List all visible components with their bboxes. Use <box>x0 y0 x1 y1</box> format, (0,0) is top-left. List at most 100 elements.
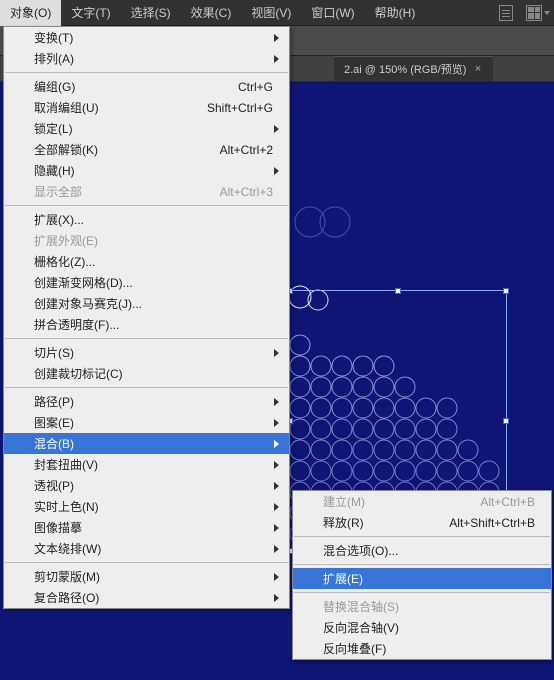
menu-item-label: 扩展(X)... <box>34 211 84 228</box>
menu-item-label: 替换混合轴(S) <box>323 598 399 615</box>
menu-item-label: 图案(E) <box>34 414 74 431</box>
object-menu-item-24[interactable]: 透视(P) <box>4 475 289 496</box>
object-menu-item-10[interactable]: 扩展(X)... <box>4 209 289 230</box>
submenu-arrow-icon <box>274 461 279 469</box>
object-menu: 变换(T) 排列(A) 编组(G) Ctrl+G 取消编组(U) Shift+Ctrl+G… <box>3 26 290 609</box>
menu-item-label: 锁定(L) <box>34 120 73 137</box>
object-menu-item-0[interactable]: 变换(T) <box>4 27 289 48</box>
menu-item-label: 透视(P) <box>34 477 74 494</box>
submenu-arrow-icon <box>274 419 279 427</box>
object-menu-item-11: 扩展外观(E) <box>4 230 289 251</box>
menu-item-label: 排列(A) <box>34 50 74 67</box>
menu-item-label: 反向混合轴(V) <box>323 619 399 636</box>
submenu-arrow-icon <box>274 524 279 532</box>
shortcut: Alt+Ctrl+3 <box>200 185 273 199</box>
menu-item-label: 取消编组(U) <box>34 99 99 116</box>
handle-tr[interactable] <box>503 288 509 294</box>
object-menu-item-20[interactable]: 路径(P) <box>4 391 289 412</box>
menu-item-label: 剪切蒙版(M) <box>34 568 100 585</box>
submenu-arrow-icon <box>274 482 279 490</box>
submenu-arrow-icon <box>274 34 279 42</box>
object-menu-item-18[interactable]: 创建裁切标记(C) <box>4 363 289 384</box>
menu-item-label: 释放(R) <box>323 514 364 531</box>
object-menu-item-8: 显示全部 Alt+Ctrl+3 <box>4 181 289 202</box>
menu-window[interactable]: 窗口(W) <box>301 0 364 26</box>
object-menu-item-12[interactable]: 栅格化(Z)... <box>4 251 289 272</box>
object-menu-item-22[interactable]: 混合(B) <box>4 433 289 454</box>
menu-item-label: 扩展(E) <box>323 570 363 587</box>
menu-item-label: 路径(P) <box>34 393 74 410</box>
menu-item-label: 实时上色(N) <box>34 498 99 515</box>
object-menu-item-21[interactable]: 图案(E) <box>4 412 289 433</box>
menu-help[interactable]: 帮助(H) <box>365 0 426 26</box>
menu-select[interactable]: 选择(S) <box>121 0 181 26</box>
menu-item-label: 创建对象马赛克(J)... <box>34 295 142 312</box>
handle-t[interactable] <box>395 288 401 294</box>
document-tab[interactable]: 2.ai @ 150% (RGB/预览) × <box>334 56 493 81</box>
tab-label: 2.ai @ 150% (RGB/预览) <box>344 61 466 77</box>
submenu-arrow-icon <box>274 594 279 602</box>
submenu-arrow-icon <box>274 125 279 133</box>
blend-menu-item-8[interactable]: 反向混合轴(V) <box>293 617 551 638</box>
handle-r[interactable] <box>503 418 509 424</box>
object-menu-item-30[interactable]: 复合路径(O) <box>4 587 289 608</box>
submenu-arrow-icon <box>274 573 279 581</box>
submenu-arrow-icon <box>274 349 279 357</box>
shortcut: Alt+Shift+Ctrl+B <box>429 516 535 530</box>
menu-object[interactable]: 对象(O) <box>0 0 61 26</box>
menu-item-label: 混合(B) <box>34 435 74 452</box>
object-menu-item-13[interactable]: 创建渐变网格(D)... <box>4 272 289 293</box>
object-menu-item-4[interactable]: 取消编组(U) Shift+Ctrl+G <box>4 97 289 118</box>
object-menu-item-1[interactable]: 排列(A) <box>4 48 289 69</box>
object-menu-item-14[interactable]: 创建对象马赛克(J)... <box>4 293 289 314</box>
menu-item-label: 扩展外观(E) <box>34 232 98 249</box>
object-menu-item-23[interactable]: 封套扭曲(V) <box>4 454 289 475</box>
menu-item-label: 全部解锁(K) <box>34 141 98 158</box>
blend-menu-item-5[interactable]: 扩展(E) <box>293 568 551 589</box>
menu-item-label: 混合选项(O)... <box>323 542 398 559</box>
object-menu-item-25[interactable]: 实时上色(N) <box>4 496 289 517</box>
menu-view[interactable]: 视图(V) <box>241 0 301 26</box>
doc-icon[interactable] <box>493 2 519 24</box>
menu-item-label: 创建渐变网格(D)... <box>34 274 133 291</box>
menu-item-label: 栅格化(Z)... <box>34 253 95 270</box>
object-menu-item-26[interactable]: 图像描摹 <box>4 517 289 538</box>
shortcut: Alt+Ctrl+B <box>460 495 535 509</box>
menu-type[interactable]: 文字(T) <box>61 0 120 26</box>
menu-item-label: 封套扭曲(V) <box>34 456 98 473</box>
submenu-arrow-icon <box>274 167 279 175</box>
menu-item-label: 拼合透明度(F)... <box>34 316 119 333</box>
blend-menu-item-1[interactable]: 释放(R) Alt+Shift+Ctrl+B <box>293 512 551 533</box>
blend-menu-item-0: 建立(M) Alt+Ctrl+B <box>293 491 551 512</box>
submenu-arrow-icon <box>274 55 279 63</box>
menubar: 对象(O) 文字(T) 选择(S) 效果(C) 视图(V) 窗口(W) 帮助(H… <box>0 0 554 26</box>
submenu-arrow-icon <box>274 545 279 553</box>
shortcut: Alt+Ctrl+2 <box>200 143 273 157</box>
menu-item-label: 变换(T) <box>34 29 73 46</box>
object-menu-item-15[interactable]: 拼合透明度(F)... <box>4 314 289 335</box>
object-menu-item-3[interactable]: 编组(G) Ctrl+G <box>4 76 289 97</box>
close-icon[interactable]: × <box>472 64 483 75</box>
shortcut: Shift+Ctrl+G <box>187 101 273 115</box>
menu-item-label: 文本绕排(W) <box>34 540 101 557</box>
object-menu-item-29[interactable]: 剪切蒙版(M) <box>4 566 289 587</box>
menu-item-label: 隐藏(H) <box>34 162 75 179</box>
object-menu-item-5[interactable]: 锁定(L) <box>4 118 289 139</box>
object-menu-item-27[interactable]: 文本绕排(W) <box>4 538 289 559</box>
menu-item-label: 反向堆叠(F) <box>323 640 386 657</box>
menu-effect[interactable]: 效果(C) <box>181 0 242 26</box>
shortcut: Ctrl+G <box>218 80 273 94</box>
menu-item-label: 编组(G) <box>34 78 75 95</box>
menu-item-label: 显示全部 <box>34 183 82 200</box>
object-menu-item-7[interactable]: 隐藏(H) <box>4 160 289 181</box>
layout-icon[interactable] <box>525 2 551 24</box>
blend-menu-item-3[interactable]: 混合选项(O)... <box>293 540 551 561</box>
submenu-arrow-icon <box>274 398 279 406</box>
object-menu-item-6[interactable]: 全部解锁(K) Alt+Ctrl+2 <box>4 139 289 160</box>
menu-item-label: 建立(M) <box>323 493 365 510</box>
submenu-arrow-icon <box>274 503 279 511</box>
object-menu-item-17[interactable]: 切片(S) <box>4 342 289 363</box>
menu-item-label: 切片(S) <box>34 344 74 361</box>
blend-menu-item-9[interactable]: 反向堆叠(F) <box>293 638 551 659</box>
blend-menu-item-7: 替换混合轴(S) <box>293 596 551 617</box>
